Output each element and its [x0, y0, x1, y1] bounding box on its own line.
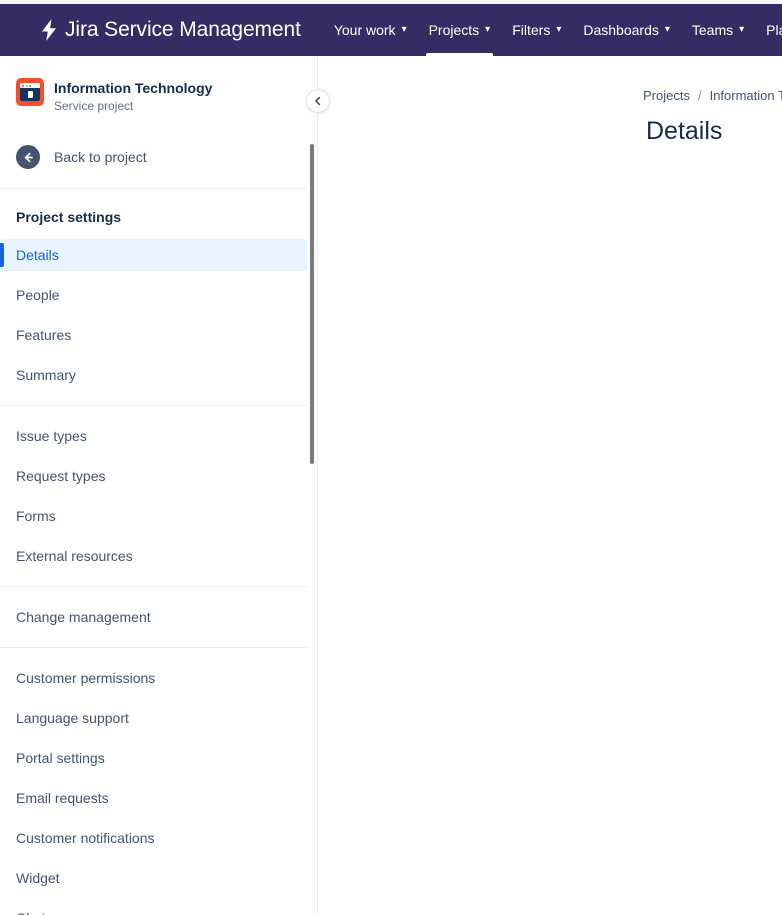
sidebar-item-customer-permissions[interactable]: Customer permissions: [0, 662, 307, 694]
sidebar-item-label: Customer permissions: [16, 670, 156, 686]
chevron-down-icon: ▾: [401, 24, 407, 35]
sidebar-item-people[interactable]: People: [0, 279, 307, 311]
brand-home-link[interactable]: Jira Service Management: [40, 18, 301, 42]
sidebar-group-general: Details People Features Summary: [0, 239, 317, 391]
breadcrumb-separator: /: [697, 88, 702, 103]
sidebar-divider-3: [0, 647, 307, 648]
sidebar-item-label: Change management: [16, 609, 151, 625]
nav-item-projects-label: Projects: [428, 22, 480, 38]
nav-item-your-work[interactable]: Your work ▾: [323, 4, 418, 56]
page-title: Details: [646, 117, 723, 145]
breadcrumb: Projects / Information Technology: [319, 88, 782, 103]
sidebar-item-email-requests[interactable]: Email requests: [0, 782, 307, 814]
nav-item-teams-label: Teams: [691, 22, 734, 38]
sidebar-collapse-button[interactable]: [306, 89, 330, 113]
sidebar-item-features[interactable]: Features: [0, 319, 307, 351]
sidebar-item-label: Features: [16, 327, 72, 343]
nav-item-projects[interactable]: Projects ▾: [418, 4, 502, 56]
breadcrumb-projects-link[interactable]: Projects: [643, 88, 690, 103]
sidebar-item-language-support[interactable]: Language support: [0, 702, 307, 734]
sidebar-item-widget[interactable]: Widget: [0, 862, 307, 894]
jira-bolt-icon: [42, 19, 56, 41]
nav-item-plans[interactable]: Plan: [755, 4, 782, 56]
sidebar-item-label: Customer notifications: [16, 830, 155, 846]
sidebar-divider-1: [0, 405, 307, 406]
sidebar-group-channels: Customer permissions Language support Po…: [0, 662, 317, 915]
sidebar-item-label: Language support: [16, 710, 129, 726]
chevron-left-icon: [315, 96, 321, 106]
sidebar-group-types: Issue types Request types Forms External…: [0, 420, 317, 572]
chevron-down-icon: ▾: [485, 24, 491, 35]
global-navigation-bar: Jira Service Management Your work ▾ Proj…: [0, 4, 782, 56]
nav-item-plans-label: Plan: [766, 22, 782, 38]
main-content: Projects / Information Technology Detail…: [319, 56, 782, 915]
service-project-avatar-icon: [16, 78, 44, 106]
chevron-down-icon: ▾: [664, 24, 670, 35]
sidebar-divider-top: [0, 188, 307, 189]
project-settings-sidebar: Information Technology Service project B…: [0, 56, 318, 915]
nav-item-filters-label: Filters: [512, 22, 551, 38]
sidebar-item-portal-settings[interactable]: Portal settings: [0, 742, 307, 774]
sidebar-scrollbar[interactable]: [310, 144, 314, 464]
back-to-project-label: Back to project: [54, 149, 147, 165]
nav-item-dashboards[interactable]: Dashboards ▾: [572, 4, 681, 56]
sidebar-item-label: People: [16, 287, 60, 303]
sidebar-item-details[interactable]: Details: [0, 239, 307, 271]
grid-apps-icon[interactable]: [19, 20, 23, 40]
sidebar-group-change: Change management: [0, 601, 317, 633]
sidebar-item-forms[interactable]: Forms: [0, 500, 307, 532]
sidebar-item-issue-types[interactable]: Issue types: [0, 420, 307, 452]
arrow-left-circle-icon: [16, 145, 40, 169]
project-header[interactable]: Information Technology Service project: [0, 56, 317, 115]
sidebar-item-label: Widget: [16, 870, 60, 886]
sidebar-item-summary[interactable]: Summary: [0, 359, 307, 391]
project-settings-heading: Project settings: [16, 209, 122, 225]
sidebar-item-chat[interactable]: Chat: [0, 902, 307, 915]
nav-item-dashboards-label: Dashboards: [583, 22, 659, 38]
project-name: Information Technology: [54, 80, 213, 96]
nav-item-your-work-label: Your work: [333, 22, 396, 38]
sidebar-item-label: Portal settings: [16, 750, 105, 766]
chevron-down-icon: ▾: [739, 24, 745, 35]
sidebar-divider-2: [0, 586, 307, 587]
sidebar-item-request-types[interactable]: Request types: [0, 460, 307, 492]
sidebar-item-label: Details: [16, 247, 59, 263]
sidebar-item-label: Forms: [16, 508, 56, 524]
sidebar-item-change-management[interactable]: Change management: [0, 601, 307, 633]
sidebar-item-customer-notifications[interactable]: Customer notifications: [0, 822, 307, 854]
sidebar-item-external-resources[interactable]: External resources: [0, 540, 307, 572]
nav-item-teams[interactable]: Teams ▾: [681, 4, 755, 56]
back-to-project-link[interactable]: Back to project: [0, 141, 317, 173]
brand-label: Jira Service Management: [65, 18, 301, 41]
sidebar-item-label: Summary: [16, 367, 76, 383]
sidebar-item-label: Email requests: [16, 790, 109, 806]
breadcrumb-project-link[interactable]: Information Technology: [710, 88, 782, 103]
sidebar-item-label: Issue types: [16, 428, 87, 444]
sidebar-item-label: Request types: [16, 468, 106, 484]
nav-item-filters[interactable]: Filters ▾: [501, 4, 572, 56]
global-nav-items: Your work ▾ Projects ▾ Filters ▾ Dashboa…: [323, 4, 782, 56]
project-type: Service project: [54, 99, 134, 113]
sidebar-item-label: Chat: [16, 910, 46, 915]
sidebar-item-label: External resources: [16, 548, 133, 564]
chevron-down-icon: ▾: [556, 24, 562, 35]
